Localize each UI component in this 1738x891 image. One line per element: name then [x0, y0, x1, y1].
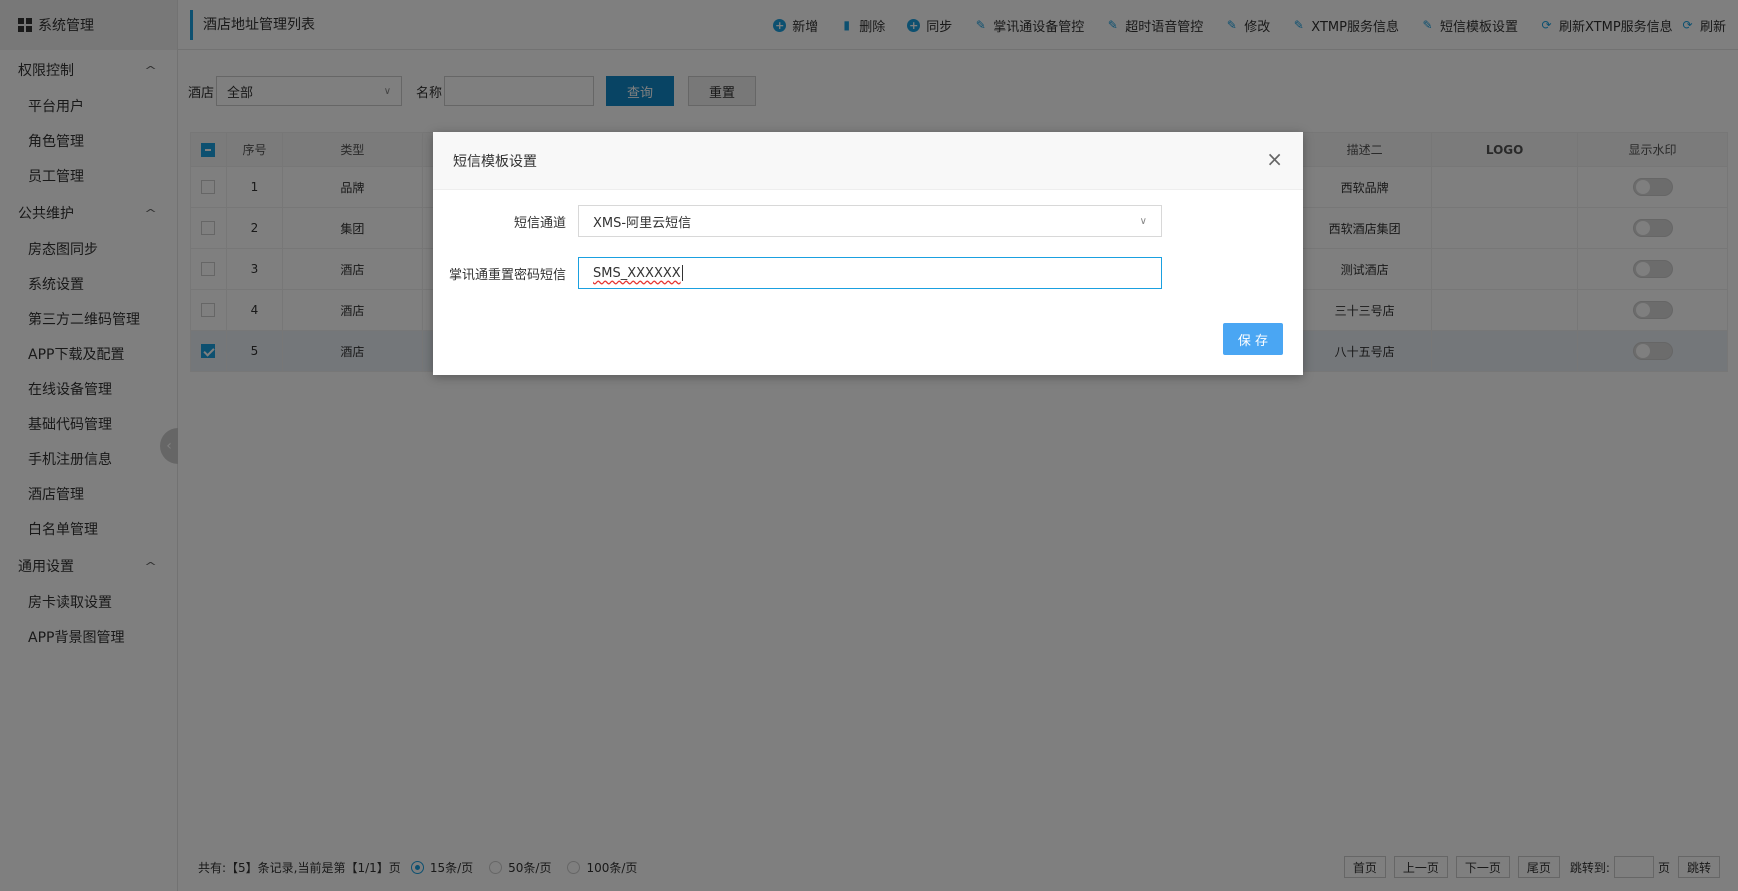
sms-template-dialog: 短信模板设置 × 短信通道 XMS-阿里云短信 ∨ 掌讯通重置密码短信 SMS_… — [433, 132, 1303, 375]
sms-channel-row: 短信通道 XMS-阿里云短信 ∨ — [433, 205, 1162, 237]
dialog-header: 短信模板设置 × — [433, 132, 1303, 190]
dialog-title: 短信模板设置 — [453, 153, 537, 170]
sms-channel-select[interactable]: XMS-阿里云短信 ∨ — [578, 205, 1162, 237]
chevron-down-icon: ∨ — [1139, 215, 1147, 227]
save-button[interactable]: 保 存 — [1223, 323, 1283, 355]
reset-sms-label: 掌讯通重置密码短信 — [448, 267, 566, 283]
sms-channel-label: 短信通道 — [513, 215, 566, 231]
reset-sms-input[interactable]: SMS_XXXXXX — [578, 257, 1162, 289]
text-caret — [681, 265, 683, 281]
reset-sms-row: 掌讯通重置密码短信 SMS_XXXXXX — [433, 257, 1162, 289]
close-icon[interactable]: × — [1266, 149, 1283, 169]
